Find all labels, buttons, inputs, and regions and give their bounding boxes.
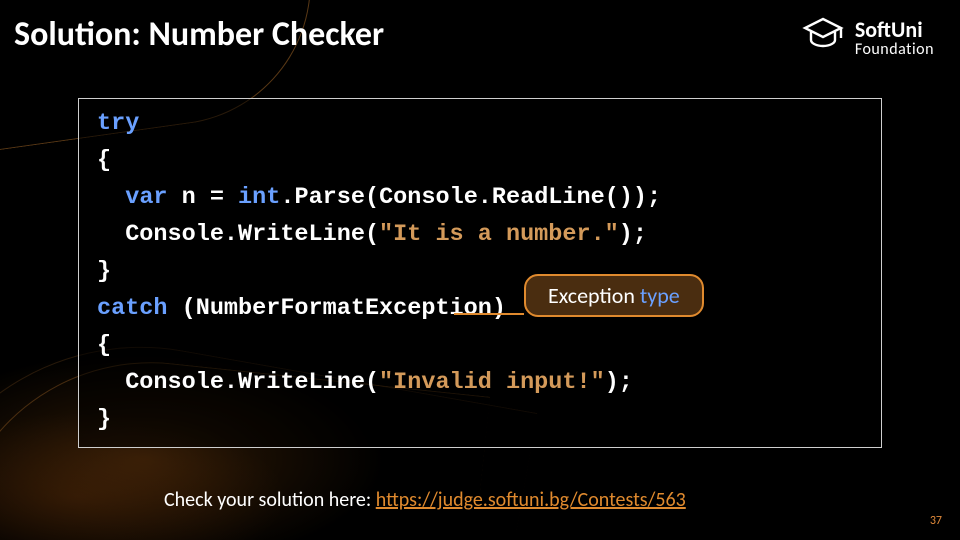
logo-text-line2: Foundation <box>855 42 934 58</box>
page-number: 37 <box>930 514 942 528</box>
callout-type-keyword: type <box>640 282 680 309</box>
graduation-cap-icon <box>801 16 845 61</box>
callout-connector <box>454 313 524 315</box>
solution-link[interactable]: https://judge.softuni.bg/Contests/563 <box>376 488 686 512</box>
code-block: try { var n = int.Parse(Console.ReadLine… <box>78 98 882 448</box>
code-content: try { var n = int.Parse(Console.ReadLine… <box>97 105 867 438</box>
callout-text: Exception <box>548 282 640 309</box>
footer: Check your solution here: https://judge.… <box>164 488 686 512</box>
logo-text-line1: SoftUni <box>855 19 934 41</box>
annotation-callout: Exception type <box>524 274 704 317</box>
brand-logo: SoftUni Foundation <box>801 16 934 61</box>
footer-prefix: Check your solution here: <box>164 488 376 512</box>
